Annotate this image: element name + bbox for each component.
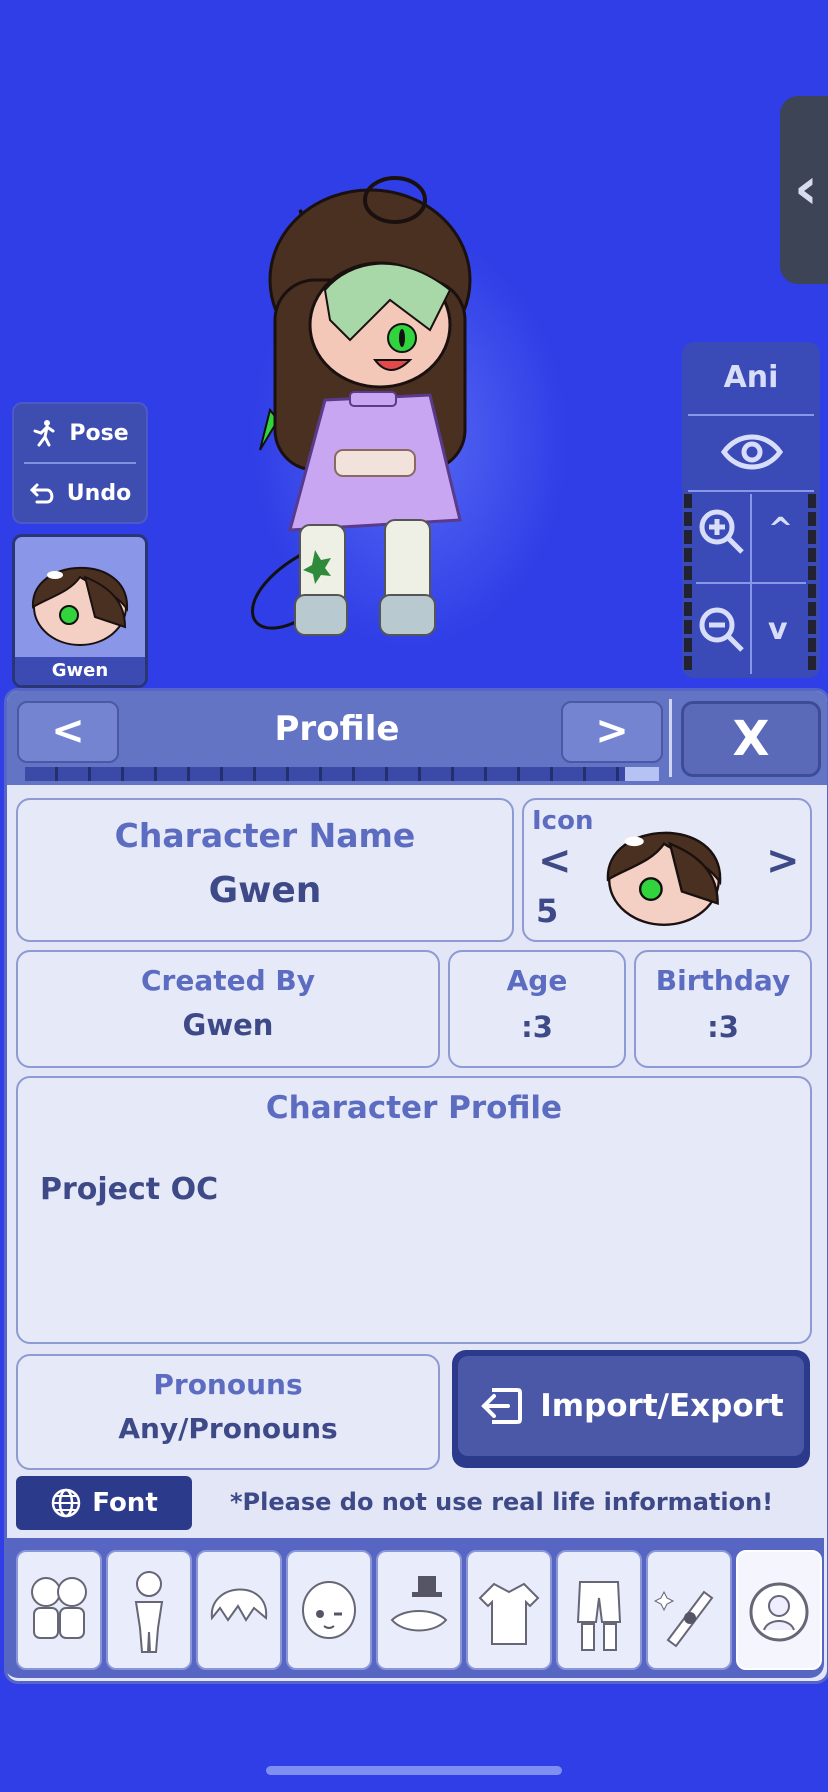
tab-tops[interactable] [466,1550,552,1670]
created-by-field[interactable]: Created By Gwen [16,950,440,1068]
ani-button[interactable]: Ani [682,360,820,395]
ani-h-divider [696,582,806,584]
undo-label: Undo [66,480,132,506]
page-progress-fill [625,767,659,781]
chevron-left-icon: ‹ [794,154,818,222]
icon-number: 5 [536,892,559,930]
chevron-up-icon[interactable]: ^ [768,512,793,547]
pronouns-field[interactable]: Pronouns Any/Pronouns [16,1354,440,1470]
tab-profile[interactable] [736,1550,822,1670]
import-export-label: Import/Export [540,1388,784,1424]
character-profile-label: Character Profile [265,1090,563,1126]
tab-body[interactable] [106,1550,192,1670]
zoom-track-right [808,494,816,674]
close-button[interactable]: X [681,701,821,777]
character-name-label: Character Name [114,816,416,855]
tab-hair[interactable] [196,1550,282,1670]
animation-panel: Ani ^ v [682,342,820,678]
zoom-in-icon[interactable] [696,506,746,556]
next-page-button[interactable]: > [561,701,663,763]
character-figure [251,176,472,636]
pose-label: Pose [69,420,129,446]
eye-icon[interactable] [720,430,784,474]
profile-sheet-header: < Profile > X [7,691,827,785]
props-icon [654,1590,714,1648]
import-icon [481,1388,523,1424]
icon-prev-button[interactable]: < [538,838,572,884]
character-profile-text: Project OC [40,1172,219,1207]
icon-label: Icon [532,806,594,836]
profile-icon [749,1582,809,1642]
character-profile-field[interactable]: Character Profile Project OC [16,1076,812,1344]
undo-icon [29,483,54,504]
hair-icon [210,1588,268,1622]
page-title: Profile [274,709,400,749]
face-icon [302,1581,356,1639]
header-divider [669,699,672,777]
ani-v-divider [750,494,752,674]
pose-undo-panel: Pose Undo [12,402,148,524]
characters-icon [31,1577,87,1639]
body-icon [134,1571,164,1653]
zoom-out-icon[interactable] [696,604,746,654]
tab-bottoms[interactable] [556,1550,642,1670]
font-button[interactable]: Font [16,1476,192,1530]
character-icon-preview [606,831,722,927]
icon-next-button[interactable]: > [766,838,800,884]
pronouns-label: Pronouns [153,1368,303,1401]
pose-button[interactable]: Pose [14,404,146,462]
ani-divider-2 [688,490,814,492]
chevron-down-icon[interactable]: v [768,612,788,647]
import-export-inner: Import/Export [458,1356,804,1456]
privacy-notice: *Please do not use real life information… [230,1488,774,1516]
globe-icon [51,1488,81,1518]
tab-characters[interactable] [16,1550,102,1670]
tab-accessories[interactable] [376,1550,462,1670]
age-field[interactable]: Age :3 [448,950,626,1068]
character-head-avatar [31,566,129,646]
character-name-field[interactable]: Character Name Gwen [16,798,514,942]
birthday-field[interactable]: Birthday :3 [634,950,812,1068]
category-tab-bar [4,1538,824,1678]
created-by-value: Gwen [182,1008,274,1042]
character-avatar-card[interactable]: Gwen [12,534,148,688]
birthday-value: :3 [707,1010,739,1044]
character-name-value: Gwen [208,870,322,911]
undo-button[interactable]: Undo [14,464,146,522]
font-label: Font [92,1488,158,1518]
pronouns-value: Any/Pronouns [118,1412,338,1445]
age-label: Age [506,964,568,997]
side-panel-toggle[interactable]: ‹ [780,96,828,284]
page-progress-bar [25,767,659,781]
tab-face[interactable] [286,1550,372,1670]
ani-divider [688,414,814,416]
bottom-icon [576,1581,622,1651]
prev-page-button[interactable]: < [17,701,119,763]
pose-icon [33,420,55,447]
top-icon [478,1582,540,1645]
created-by-label: Created By [140,964,315,997]
tab-props[interactable] [646,1550,732,1670]
icon-selector: Icon < 5 > [522,798,812,942]
home-indicator [266,1766,562,1775]
zoom-track-left [684,494,692,674]
birthday-label: Birthday [655,964,791,997]
import-export-button[interactable]: Import/Export [452,1350,810,1468]
age-value: :3 [521,1010,553,1044]
avatar-card-name: Gwen [15,657,145,685]
accessories-icon [390,1576,448,1632]
